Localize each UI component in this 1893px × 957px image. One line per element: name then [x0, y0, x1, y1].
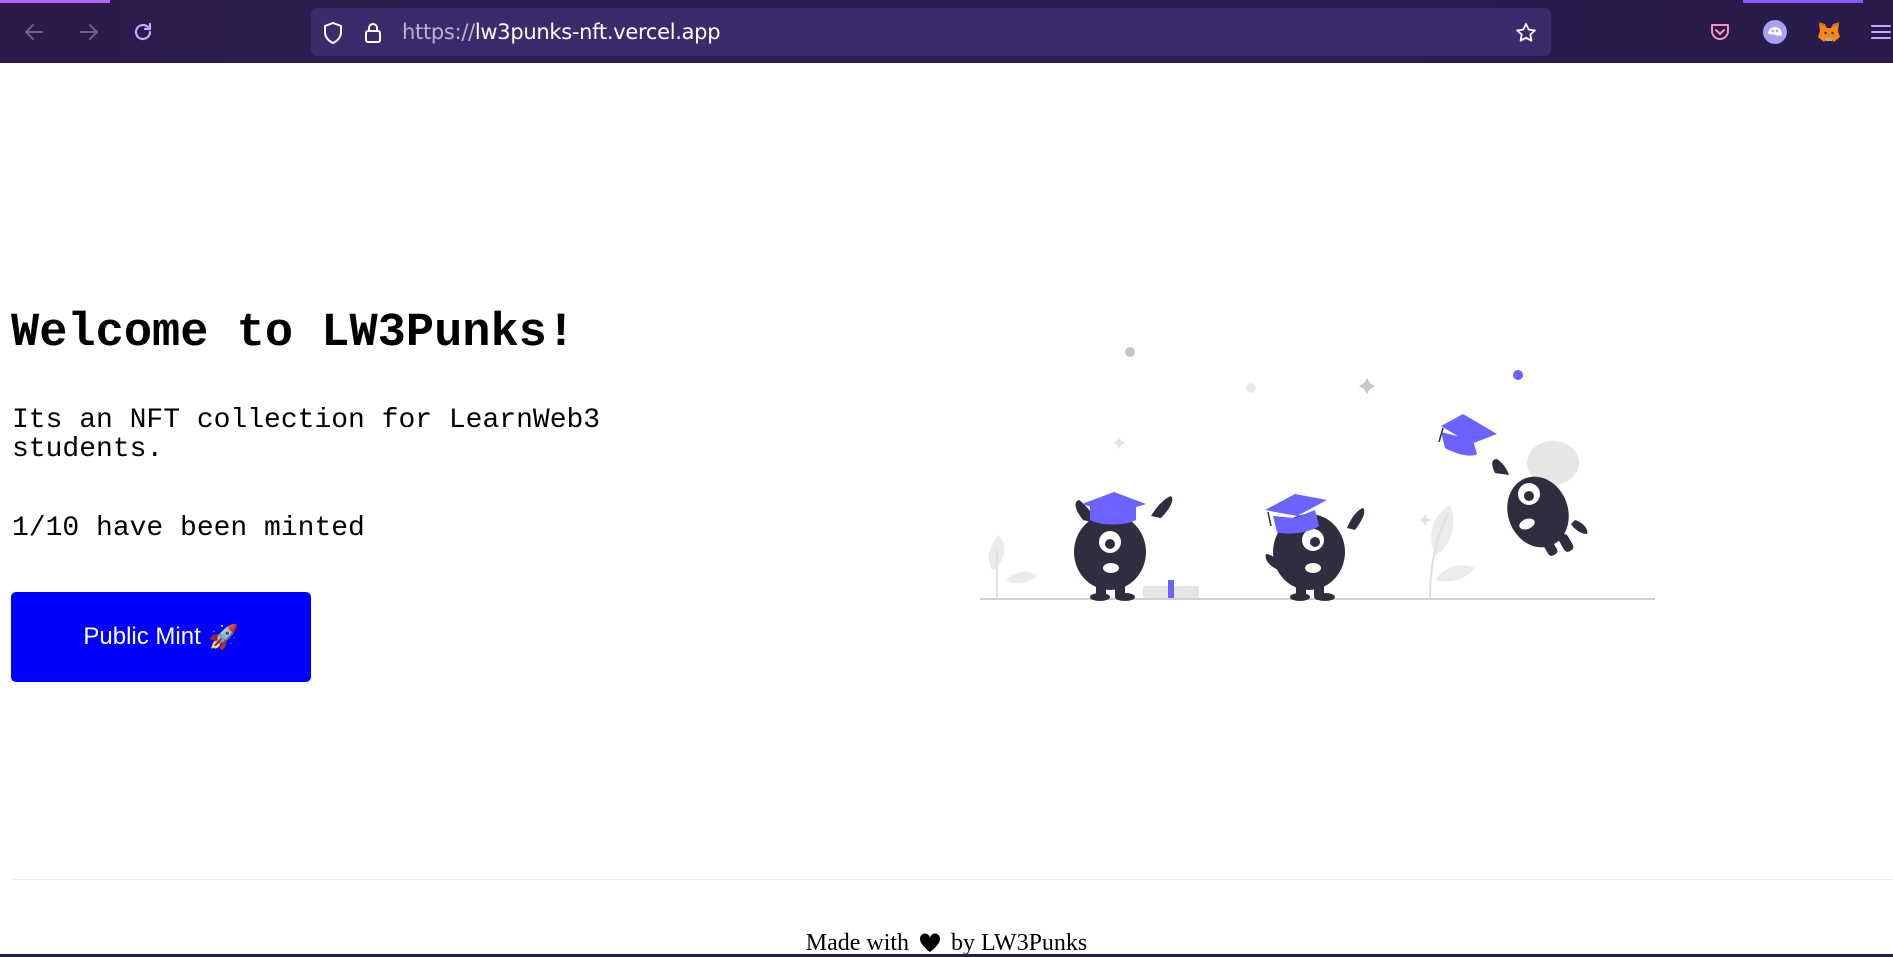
sparkle-icon	[1419, 514, 1431, 526]
graduate-character-1	[1074, 492, 1173, 601]
lock-icon[interactable]	[360, 20, 386, 46]
star-icon[interactable]	[1513, 20, 1539, 46]
graduate-character-2	[1265, 494, 1365, 601]
public-mint-button[interactable]: Public Mint 🚀	[11, 592, 311, 682]
back-arrow-icon[interactable]	[18, 16, 50, 48]
rocket-icon: 🚀	[208, 623, 239, 651]
graduation-illustration	[980, 347, 1655, 601]
minted-count: 1/10 have been minted	[12, 513, 365, 544]
forward-arrow-icon[interactable]	[73, 16, 105, 48]
plant-right	[1429, 505, 1475, 600]
collection-description: Its an NFT collection for LearnWeb3 stud…	[12, 405, 601, 465]
ghost-extension-icon[interactable]	[1759, 16, 1791, 48]
url-text[interactable]: https://lw3punks-nft.vercel.app	[402, 20, 721, 44]
sparkle-icon	[1359, 378, 1375, 394]
url-protocol: https://	[402, 20, 475, 44]
confetti-dot	[1513, 370, 1523, 380]
footer-prefix: Made with	[805, 930, 910, 956]
reload-icon[interactable]	[127, 16, 159, 48]
graduate-character-3	[1438, 414, 1588, 556]
confetti-dot	[1125, 347, 1135, 357]
footer-divider	[12, 879, 1893, 880]
shield-icon[interactable]	[320, 20, 346, 46]
plant-left	[988, 535, 1037, 599]
footer: Made with by LW3Punks	[0, 930, 1893, 957]
sparkle-icon	[1113, 437, 1125, 449]
diploma-ribbon	[1168, 580, 1174, 598]
metamask-fox-icon[interactable]	[1813, 16, 1845, 48]
pocket-icon[interactable]	[1704, 16, 1736, 48]
url-host: lw3punks-nft.vercel.app	[474, 20, 721, 44]
confetti-dot	[1246, 383, 1256, 393]
hamburger-menu-icon[interactable]	[1866, 16, 1893, 48]
footer-suffix: by LW3Punks	[951, 930, 1088, 956]
browser-toolbar: https://lw3punks-nft.vercel.app	[0, 0, 1893, 63]
mint-button-label: Public Mint	[83, 623, 201, 650]
page-title: Welcome to LW3Punks!	[11, 307, 576, 360]
url-bar[interactable]: https://lw3punks-nft.vercel.app	[311, 8, 1551, 56]
